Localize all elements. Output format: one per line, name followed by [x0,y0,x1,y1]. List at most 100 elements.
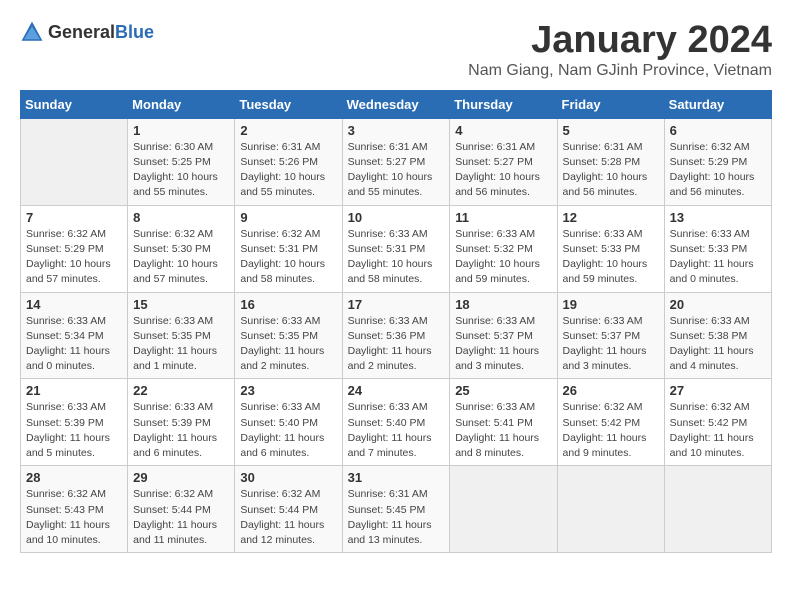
day-number: 17 [348,297,445,312]
month-title: January 2024 [468,20,772,62]
location-title: Nam Giang, Nam GJinh Province, Vietnam [468,62,772,80]
day-number: 6 [670,123,766,138]
calendar-cell: 1Sunrise: 6:30 AMSunset: 5:25 PMDaylight… [128,118,235,205]
day-number: 25 [455,383,551,398]
day-info: Sunrise: 6:31 AMSunset: 5:26 PMDaylight:… [240,140,336,201]
calendar-cell: 16 Sunrise: 6:33 AMSunset: 5:35 PMDayligh… [235,292,342,379]
day-info: Sunrise: 6:33 AMSunset: 5:35 PMDaylight:… [240,314,336,375]
day-info: Sunrise: 6:31 AMSunset: 5:27 PMDaylight:… [348,140,445,201]
calendar-cell [664,466,771,553]
calendar-cell: 9Sunrise: 6:32 AMSunset: 5:31 PMDaylight… [235,205,342,292]
calendar-cell: 12 Sunrise: 6:33 AMSunset: 5:33 PMDayligh… [557,205,664,292]
calendar-cell: 5 Sunrise: 6:31 AMSunset: 5:28 PMDaylight… [557,118,664,205]
day-info: Sunrise: 6:32 AMSunset: 5:42 PMDaylight:… [563,400,659,461]
logo: GeneralBlue [20,20,154,44]
day-number: 26 [563,383,659,398]
day-number: 8 [133,210,229,225]
day-info: Sunrise: 6:31 AMSunset: 5:45 PMDaylight:… [348,487,445,548]
day-number: 21 [26,383,122,398]
calendar-cell: 26 Sunrise: 6:32 AMSunset: 5:42 PMDayligh… [557,379,664,466]
logo-blue: Blue [115,22,154,42]
calendar-week-row: 14Sunrise: 6:33 AMSunset: 5:34 PMDayligh… [21,292,772,379]
calendar-cell: 29Sunrise: 6:32 AMSunset: 5:44 PMDayligh… [128,466,235,553]
title-area: January 2024 Nam Giang, Nam GJinh Provin… [468,20,772,80]
calendar-cell: 15Sunrise: 6:33 AMSunset: 5:35 PMDayligh… [128,292,235,379]
calendar-cell: 6 Sunrise: 6:32 AMSunset: 5:29 PMDaylight… [664,118,771,205]
day-info: Sunrise: 6:33 AMSunset: 5:38 PMDaylight:… [670,314,766,375]
column-header-tuesday: Tuesday [235,90,342,118]
day-number: 2 [240,123,336,138]
calendar-cell: 4 Sunrise: 6:31 AMSunset: 5:27 PMDaylight… [450,118,557,205]
day-info: Sunrise: 6:33 AMSunset: 5:32 PMDaylight:… [455,227,551,288]
calendar-cell: 8 Sunrise: 6:32 AMSunset: 5:30 PMDaylight… [128,205,235,292]
day-number: 30 [240,470,336,485]
day-number: 29 [133,470,229,485]
day-number: 16 [240,297,336,312]
logo-general: General [48,22,115,42]
calendar-cell: 30 Sunrise: 6:32 AMSunset: 5:44 PMDayligh… [235,466,342,553]
day-number: 27 [670,383,766,398]
day-info: Sunrise: 6:31 AMSunset: 5:28 PMDaylight:… [563,140,659,201]
day-info: Sunrise: 6:33 AMSunset: 5:35 PMDaylight:… [133,314,229,375]
column-header-sunday: Sunday [21,90,128,118]
day-info: Sunrise: 6:33 AMSunset: 5:31 PMDaylight:… [348,227,445,288]
day-info: Sunrise: 6:33 AMSunset: 5:33 PMDaylight:… [563,227,659,288]
calendar-cell: 25 Sunrise: 6:33 AMSunset: 5:41 PMDayligh… [450,379,557,466]
day-info: Sunrise: 6:31 AMSunset: 5:27 PMDaylight:… [455,140,551,201]
day-info: Sunrise: 6:33 AMSunset: 5:39 PMDaylight:… [26,400,122,461]
day-info: Sunrise: 6:33 AMSunset: 5:37 PMDaylight:… [455,314,551,375]
column-header-saturday: Saturday [664,90,771,118]
day-info: Sunrise: 6:33 AMSunset: 5:37 PMDaylight:… [563,314,659,375]
day-number: 31 [348,470,445,485]
day-info: Sunrise: 6:32 AMSunset: 5:43 PMDaylight:… [26,487,122,548]
calendar-cell [450,466,557,553]
calendar-header-row: SundayMondayTuesdayWednesdayThursdayFrid… [21,90,772,118]
calendar-cell: 14Sunrise: 6:33 AMSunset: 5:34 PMDayligh… [21,292,128,379]
calendar-cell: 20 Sunrise: 6:33 AMSunset: 5:38 PMDayligh… [664,292,771,379]
calendar-cell: 17 Sunrise: 6:33 AMSunset: 5:36 PMDayligh… [342,292,450,379]
day-info: Sunrise: 6:33 AMSunset: 5:40 PMDaylight:… [348,400,445,461]
calendar-week-row: 21 Sunrise: 6:33 AMSunset: 5:39 PMDayligh… [21,379,772,466]
calendar-cell: 28Sunrise: 6:32 AMSunset: 5:43 PMDayligh… [21,466,128,553]
calendar-cell: 11 Sunrise: 6:33 AMSunset: 5:32 PMDayligh… [450,205,557,292]
calendar-week-row: 7Sunrise: 6:32 AMSunset: 5:29 PMDaylight… [21,205,772,292]
calendar-cell: 2 Sunrise: 6:31 AMSunset: 5:26 PMDaylight… [235,118,342,205]
day-number: 14 [26,297,122,312]
day-number: 24 [348,383,445,398]
calendar-week-row: 28Sunrise: 6:32 AMSunset: 5:43 PMDayligh… [21,466,772,553]
day-info: Sunrise: 6:33 AMSunset: 5:40 PMDaylight:… [240,400,336,461]
calendar-cell [21,118,128,205]
calendar-table: SundayMondayTuesdayWednesdayThursdayFrid… [20,90,772,553]
calendar-week-row: 1Sunrise: 6:30 AMSunset: 5:25 PMDaylight… [21,118,772,205]
calendar-cell: 3Sunrise: 6:31 AMSunset: 5:27 PMDaylight… [342,118,450,205]
day-number: 22 [133,383,229,398]
calendar-cell: 7Sunrise: 6:32 AMSunset: 5:29 PMDaylight… [21,205,128,292]
column-header-monday: Monday [128,90,235,118]
calendar-cell: 24 Sunrise: 6:33 AMSunset: 5:40 PMDayligh… [342,379,450,466]
logo-icon [20,20,44,44]
day-info: Sunrise: 6:33 AMSunset: 5:36 PMDaylight:… [348,314,445,375]
calendar-body: 1Sunrise: 6:30 AMSunset: 5:25 PMDaylight… [21,118,772,552]
day-info: Sunrise: 6:32 AMSunset: 5:29 PMDaylight:… [670,140,766,201]
calendar-cell: 13Sunrise: 6:33 AMSunset: 5:33 PMDayligh… [664,205,771,292]
calendar-cell: 19 Sunrise: 6:33 AMSunset: 5:37 PMDayligh… [557,292,664,379]
day-number: 19 [563,297,659,312]
day-number: 12 [563,210,659,225]
column-header-wednesday: Wednesday [342,90,450,118]
column-header-thursday: Thursday [450,90,557,118]
day-info: Sunrise: 6:33 AMSunset: 5:33 PMDaylight:… [670,227,766,288]
day-info: Sunrise: 6:32 AMSunset: 5:44 PMDaylight:… [240,487,336,548]
day-number: 4 [455,123,551,138]
day-number: 23 [240,383,336,398]
day-number: 5 [563,123,659,138]
day-info: Sunrise: 6:32 AMSunset: 5:30 PMDaylight:… [133,227,229,288]
calendar-cell: 18 Sunrise: 6:33 AMSunset: 5:37 PMDayligh… [450,292,557,379]
day-number: 11 [455,210,551,225]
day-number: 9 [240,210,336,225]
day-info: Sunrise: 6:33 AMSunset: 5:41 PMDaylight:… [455,400,551,461]
column-header-friday: Friday [557,90,664,118]
day-number: 1 [133,123,229,138]
day-number: 18 [455,297,551,312]
day-number: 20 [670,297,766,312]
calendar-cell: 21 Sunrise: 6:33 AMSunset: 5:39 PMDayligh… [21,379,128,466]
